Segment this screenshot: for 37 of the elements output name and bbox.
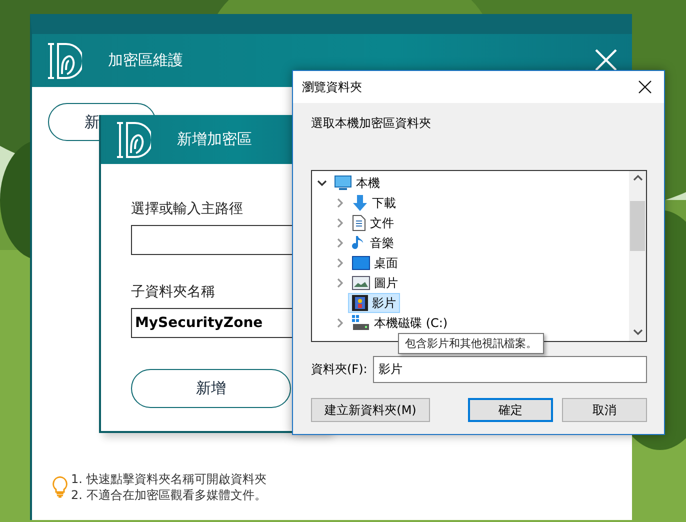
- prompt-text: 選取本機加密區資料夾: [311, 115, 432, 132]
- tip-text: 1. 快速點擊資料夾名稱可開啟資料夾: [71, 472, 266, 486]
- document-icon: [352, 215, 366, 231]
- monitor-icon: [334, 175, 352, 191]
- tip-text: 2. 不適合在加密區觀看多媒體文件。: [71, 488, 266, 502]
- close-icon: [638, 80, 652, 94]
- desktop-icon: [352, 256, 370, 270]
- folder-tree-item[interactable]: 本機: [330, 173, 384, 193]
- window-title: 新增加密區: [177, 130, 252, 149]
- close-icon[interactable]: [594, 48, 618, 72]
- drive-icon: [352, 315, 370, 331]
- field-label: 子資料夾名稱: [131, 283, 216, 301]
- down-arrow-icon: [352, 195, 368, 211]
- folder-tree-item[interactable]: 影片: [348, 293, 400, 313]
- folder-tree-item[interactable]: 下載: [348, 193, 400, 213]
- film-icon: [352, 295, 368, 311]
- folder-tree-item[interactable]: 圖片: [348, 273, 402, 293]
- input-field[interactable]: 影片: [373, 356, 647, 383]
- tooltip: 包含影片和其他視訊檔案。: [398, 333, 544, 354]
- lightbulb-icon: [52, 476, 68, 498]
- folder-tree-item[interactable]: 音樂: [348, 233, 398, 253]
- folder-tree-item[interactable]: 本機磁碟 (C:): [348, 313, 452, 333]
- field-label: 選擇或輸入主路徑: [131, 200, 244, 218]
- dialog-button[interactable]: 建立新資料夾(M): [311, 398, 430, 422]
- field-label: 資料夾(F):: [311, 361, 368, 378]
- dialog-button[interactable]: 確定: [468, 398, 553, 422]
- window-title: 加密區維護: [108, 51, 183, 70]
- scroll-down-icon[interactable]: [632, 327, 642, 337]
- image-icon: [352, 276, 370, 290]
- dialog-button[interactable]: 取消: [562, 398, 647, 422]
- scrollbar[interactable]: [629, 171, 646, 341]
- add-button[interactable]: 新增: [131, 369, 291, 408]
- folder-tree-item[interactable]: 文件: [348, 213, 398, 233]
- folder-tree-item[interactable]: 桌面: [348, 253, 402, 273]
- logo-icon: [115, 120, 151, 158]
- dialog-title: 瀏覽資料夾: [302, 78, 362, 96]
- logo-icon: [46, 42, 82, 80]
